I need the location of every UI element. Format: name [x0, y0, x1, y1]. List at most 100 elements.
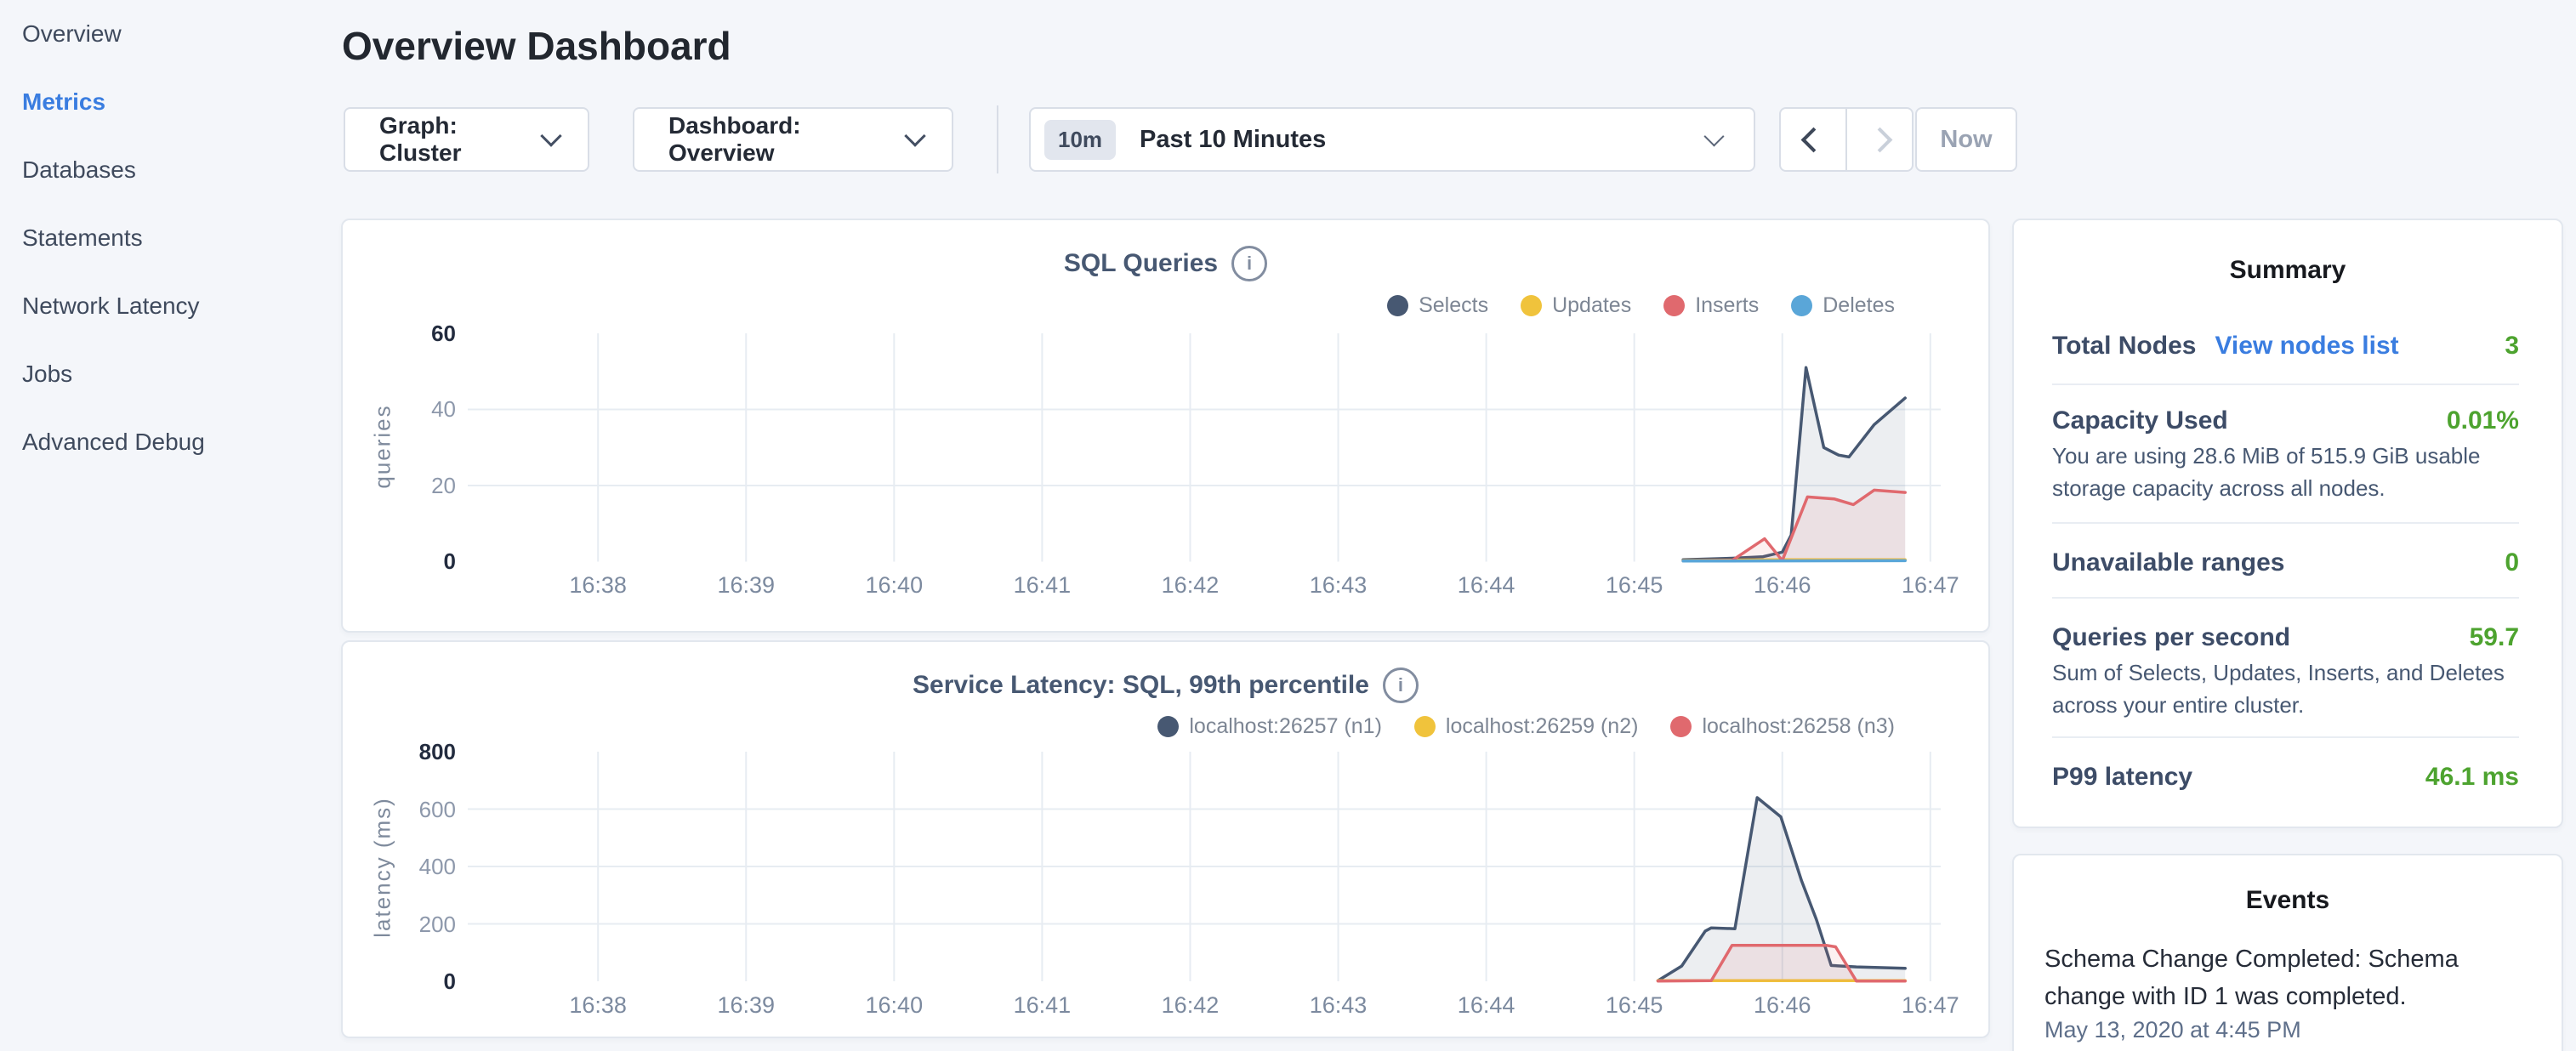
x-tick-label: 16:41	[991, 992, 1093, 1019]
sql-queries-chart-card: SQL Queries i SelectsUpdatesInsertsDelet…	[341, 219, 1990, 633]
service-latency-chart-card: Service Latency: SQL, 99th percentile i …	[341, 640, 1990, 1038]
summary-title: Summary	[2014, 256, 2562, 285]
event-message[interactable]: Schema Change Completed: Schema change w…	[2044, 940, 2487, 1015]
y-tick-label: 0	[343, 548, 456, 575]
legend-item: Inserts	[1663, 293, 1759, 318]
divider	[2052, 736, 2519, 738]
y-tick-label: 800	[343, 738, 456, 765]
capacity-value: 0.01%	[2447, 402, 2519, 440]
y-tick-label: 0	[343, 968, 456, 995]
summary-row-unavailable: Unavailable ranges 0	[2052, 544, 2519, 582]
event-timestamp: May 13, 2020 at 4:45 PM	[2044, 1017, 2301, 1043]
divider	[2052, 522, 2519, 524]
p99-latency-label: P99 latency	[2052, 763, 2192, 791]
chart-title: SQL Queries	[1064, 249, 1218, 278]
sidebar-item-metrics[interactable]: Metrics	[0, 68, 340, 136]
sidebar-item-statements[interactable]: Statements	[0, 204, 340, 272]
legend-dot-icon	[1387, 295, 1408, 316]
sidebar-item-network-latency[interactable]: Network Latency	[0, 272, 340, 340]
sidebar-item-advanced-debug[interactable]: Advanced Debug	[0, 408, 340, 476]
chevron-left-icon	[1800, 127, 1826, 152]
page-title: Overview Dashboard	[342, 23, 731, 69]
graph-scope-label: Graph: Cluster	[379, 112, 543, 167]
chevron-right-icon	[1867, 127, 1892, 152]
y-tick-label: 60	[343, 320, 456, 347]
legend-dot-icon	[1663, 295, 1685, 316]
legend-item: localhost:26258 (n3)	[1670, 714, 1895, 739]
legend-item: Deletes	[1791, 293, 1895, 318]
y-tick-label: 20	[343, 472, 456, 499]
summary-panel: Summary Total Nodes View nodes list 3 Capa…	[2012, 219, 2563, 828]
x-tick-label: 16:40	[843, 572, 945, 599]
unavailable-ranges-label: Unavailable ranges	[2052, 548, 2284, 577]
prev-range-button[interactable]	[1781, 109, 1845, 170]
x-tick-label: 16:42	[1139, 572, 1241, 599]
x-tick-label: 16:38	[547, 572, 649, 599]
events-panel: Events Schema Change Completed: Schema c…	[2012, 854, 2563, 1051]
total-nodes-value: 3	[2505, 327, 2519, 365]
x-tick-label: 16:46	[1732, 992, 1834, 1019]
x-tick-label: 16:44	[1436, 992, 1538, 1019]
capacity-description: You are using 28.6 MiB of 515.9 GiB usab…	[2052, 440, 2548, 504]
x-tick-label: 16:43	[1288, 992, 1390, 1019]
summary-row-capacity: Capacity Used 0.01%	[2052, 402, 2519, 440]
qps-value: 59.7	[2470, 619, 2519, 656]
sidebar: OverviewMetricsDatabasesStatementsNetwor…	[0, 0, 340, 476]
legend-item: Updates	[1521, 293, 1631, 318]
graph-scope-dropdown[interactable]: Graph: Cluster	[344, 107, 589, 172]
chart-legend: SelectsUpdatesInsertsDeletes	[1387, 293, 1895, 318]
legend-item: localhost:26257 (n1)	[1157, 714, 1382, 739]
x-tick-label: 16:47	[1879, 992, 1982, 1019]
dashboard-dropdown[interactable]: Dashboard: Overview	[633, 107, 953, 172]
chevron-down-icon	[904, 125, 925, 146]
y-tick-label: 400	[343, 853, 456, 880]
qps-description: Sum of Selects, Updates, Inserts, and De…	[2052, 656, 2548, 721]
summary-row-p99: P99 latency 46.1 ms	[2052, 758, 2519, 796]
total-nodes-label: Total Nodes	[2052, 332, 2196, 360]
dashboard-label: Dashboard: Overview	[668, 112, 907, 167]
chart-plot-area[interactable]	[468, 333, 1941, 562]
divider	[2052, 383, 2519, 385]
x-tick-label: 16:39	[695, 572, 797, 599]
x-tick-label: 16:45	[1584, 572, 1686, 599]
x-tick-label: 16:46	[1732, 572, 1834, 599]
summary-row-total-nodes: Total Nodes View nodes list 3	[2052, 327, 2519, 365]
time-nav-group	[1779, 107, 1914, 172]
y-tick-label: 200	[343, 911, 456, 938]
sidebar-item-jobs[interactable]: Jobs	[0, 340, 340, 408]
time-range-picker[interactable]: 10m Past 10 Minutes	[1029, 107, 1755, 172]
x-tick-label: 16:40	[843, 992, 945, 1019]
chart-legend: localhost:26257 (n1) localhost:26259 (n2)…	[1157, 714, 1895, 739]
sidebar-item-overview[interactable]: Overview	[0, 0, 340, 68]
legend-dot-icon	[1157, 716, 1179, 737]
chevron-down-icon	[540, 125, 561, 146]
legend-dot-icon	[1791, 295, 1812, 316]
x-tick-label: 16:43	[1288, 572, 1390, 599]
legend-dot-icon	[1521, 295, 1542, 316]
time-range-badge: 10m	[1044, 120, 1116, 160]
x-tick-label: 16:45	[1584, 992, 1686, 1019]
db-console-page: OverviewMetricsDatabasesStatementsNetwor…	[0, 0, 2576, 1051]
x-tick-label: 16:39	[695, 992, 797, 1019]
next-range-button[interactable]	[1845, 109, 1912, 170]
p99-latency-value: 46.1 ms	[2425, 758, 2519, 796]
x-tick-label: 16:47	[1879, 572, 1982, 599]
x-tick-label: 16:41	[991, 572, 1093, 599]
sidebar-item-databases[interactable]: Databases	[0, 136, 340, 204]
y-tick-label: 600	[343, 796, 456, 823]
x-tick-label: 16:42	[1139, 992, 1241, 1019]
divider	[2052, 597, 2519, 599]
capacity-label: Capacity Used	[2052, 406, 2228, 435]
unavailable-ranges-value: 0	[2505, 544, 2519, 582]
controls-divider	[997, 105, 998, 173]
chart-plot-area[interactable]	[468, 752, 1941, 981]
info-icon[interactable]: i	[1231, 246, 1267, 281]
info-icon[interactable]: i	[1383, 668, 1419, 703]
legend-dot-icon	[1414, 716, 1436, 737]
legend-item: localhost:26259 (n2)	[1414, 714, 1639, 739]
view-nodes-list-link[interactable]: View nodes list	[2215, 332, 2398, 360]
qps-label: Queries per second	[2052, 623, 2290, 651]
now-button[interactable]: Now	[1915, 107, 2017, 172]
x-tick-label: 16:38	[547, 992, 649, 1019]
x-tick-label: 16:44	[1436, 572, 1538, 599]
